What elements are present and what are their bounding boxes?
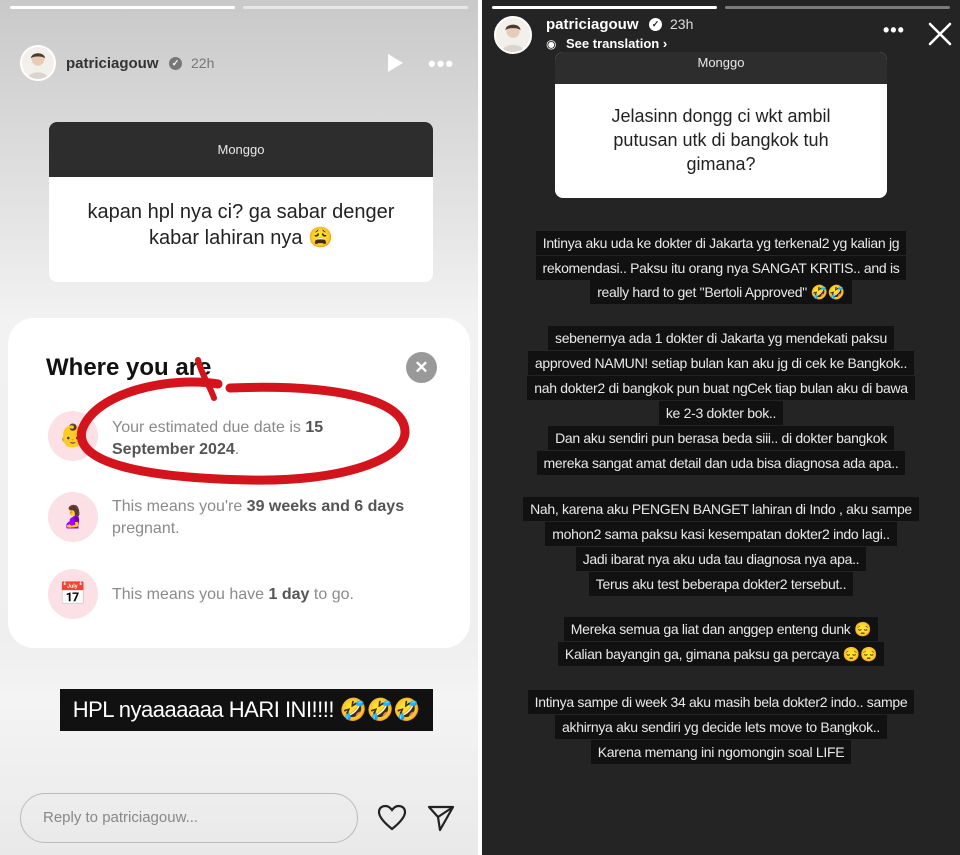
story-right: patriciagouw ✓ 23h ◉ See translation › •… bbox=[482, 0, 960, 855]
text-line-label: sebenernya ada 1 dokter di Jakarta yg me… bbox=[548, 326, 894, 350]
translate-icon: ◉ bbox=[546, 37, 557, 51]
caption-sticker: HPL nyaaaaaaa HARI INI!!!! 🤣🤣🤣 bbox=[60, 689, 433, 731]
weeks-text: This means you're 39 weeks and 6 days pr… bbox=[112, 496, 412, 540]
text-line-label: nah dokter2 di bangkok pun buat ngCek ti… bbox=[527, 376, 915, 400]
text-line-label: mereka sangat amat detail dan uda bisa d… bbox=[536, 451, 906, 475]
send-icon[interactable] bbox=[427, 804, 455, 832]
story-progress-segment bbox=[492, 6, 717, 9]
post-time: 23h bbox=[670, 16, 694, 32]
card-title: Where you are bbox=[46, 354, 212, 381]
calendar-icon: 📅 bbox=[48, 569, 98, 619]
due-date-text: Your estimated due date is 15 September … bbox=[112, 417, 382, 461]
text-line-label: approved NAMUN! setiap bulan kan aku jg … bbox=[527, 351, 915, 375]
question-sticker: Monggo Jelasinn dongg ci wkt ambil putus… bbox=[555, 52, 887, 198]
row-text-pre: This means you're bbox=[112, 498, 247, 515]
pregnant-icon: 🤰 bbox=[48, 492, 98, 542]
question-header: Monggo bbox=[49, 122, 433, 177]
baby-icon: 👶 bbox=[48, 411, 98, 461]
text-line-label: rekomendasi.. Paksu itu orang nya SANGAT… bbox=[535, 256, 907, 280]
question-text: kapan hpl nya ci? ga sabar denger kabar … bbox=[87, 201, 395, 249]
more-options-icon[interactable]: ••• bbox=[428, 51, 454, 77]
text-line-label: Intinya aku uda ke dokter di Jakarta yg … bbox=[535, 231, 907, 255]
text-line-label: Terus aku test beberapa dokter2 tersebut… bbox=[588, 572, 854, 596]
text-line-label: Jadi ibarat nya aku uda tau diagnosa nya… bbox=[575, 547, 867, 571]
story-progress-segment bbox=[243, 6, 468, 9]
verified-badge-icon: ✓ bbox=[649, 18, 662, 31]
pregnancy-app-card: Where you are ✕ 👶 Your estimated due dat… bbox=[8, 318, 470, 648]
row-text-bold: 39 weeks and 6 days bbox=[246, 498, 405, 515]
panel-divider bbox=[478, 0, 482, 855]
row-text-post: pregnant. bbox=[112, 520, 180, 537]
reply-input[interactable]: Reply to patriciagouw... bbox=[20, 793, 358, 843]
row-text-post: to go. bbox=[309, 586, 354, 603]
question-sticker: Monggo kapan hpl nya ci? ga sabar denger… bbox=[49, 122, 433, 282]
text-line-label: Nah, karena aku PENGEN BANGET lahiran di… bbox=[523, 497, 919, 521]
text-line-label: Dan aku sendiri pun berasa beda siii.. d… bbox=[548, 426, 894, 450]
text-line-label: Intinya sampe di week 34 aku masih bela … bbox=[527, 690, 915, 714]
row-text-pre: Your estimated due date is bbox=[112, 419, 306, 436]
verified-badge-icon: ✓ bbox=[169, 57, 182, 70]
close-icon[interactable]: ✕ bbox=[406, 352, 437, 383]
text-line-label: Karena memang ini ngomongin soal LIFE bbox=[590, 740, 852, 764]
see-translation-link[interactable]: See translation › bbox=[566, 36, 667, 51]
heart-icon[interactable] bbox=[377, 804, 407, 832]
username[interactable]: patriciagouw bbox=[66, 55, 159, 72]
text-line-label: mohon2 sama paksu kasi kesempatan dokter… bbox=[545, 522, 897, 546]
avatar[interactable] bbox=[20, 45, 56, 81]
post-time: 22h bbox=[191, 55, 215, 71]
row-text-pre: This means you have bbox=[112, 586, 269, 603]
chevron-right-icon: › bbox=[662, 36, 668, 51]
story-left: patriciagouw ✓ 22h ••• Monggo kapan hpl … bbox=[0, 0, 478, 855]
username[interactable]: patriciagouw bbox=[546, 16, 639, 33]
row-text-post: . bbox=[234, 441, 240, 458]
text-line-label: akhirnya aku sendiri yg decide lets move… bbox=[555, 715, 887, 739]
avatar[interactable] bbox=[494, 16, 532, 54]
row-text-bold: 1 day bbox=[268, 586, 310, 603]
question-header: Monggo bbox=[555, 52, 887, 84]
question-text: Jelasinn dongg ci wkt ambil putusan utk … bbox=[611, 106, 831, 174]
story-progress-segment bbox=[725, 6, 950, 9]
text-line-label: ke 2-3 dokter bok.. bbox=[658, 401, 784, 425]
see-translation-label: See translation bbox=[566, 36, 660, 51]
more-options-icon[interactable]: ••• bbox=[883, 20, 905, 41]
days-left-text: This means you have 1 day to go. bbox=[112, 584, 432, 606]
story-progress-segment bbox=[10, 6, 235, 9]
close-icon[interactable] bbox=[928, 22, 952, 46]
text-line-label: really hard to get "Bertoli Approved" 🤣🤣 bbox=[590, 280, 852, 304]
text-line-label: Kalian bayangin ga, gimana paksu ga perc… bbox=[557, 642, 885, 666]
play-icon[interactable] bbox=[388, 54, 403, 72]
text-line-label: Mereka semua ga liat dan anggep enteng d… bbox=[563, 617, 879, 641]
